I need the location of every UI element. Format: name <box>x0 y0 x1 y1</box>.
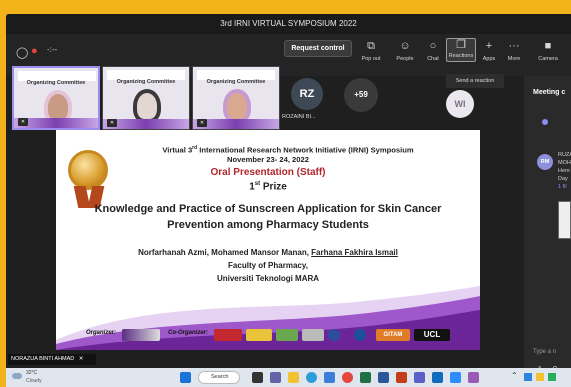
chrome-icon[interactable] <box>342 372 353 383</box>
participant-video <box>133 89 161 123</box>
paper-title-2: Prevention among Pharmacy Students <box>167 219 369 231</box>
presenter-name-label: NORAZUA BINTI AHMAD ✕ <box>8 354 96 365</box>
tray-icons[interactable] <box>524 373 564 381</box>
teams-window: 3rd IRNI VIRTUAL SYMPOSIUM 2022 ◯ ● -:--… <box>6 14 571 387</box>
organizer-label: Organizer: <box>86 330 117 336</box>
participant-video <box>223 89 251 123</box>
more-participants[interactable]: +59 <box>344 78 378 112</box>
window-title: 3rd IRNI VIRTUAL SYMPOSIUM 2022 <box>6 14 571 34</box>
powerpoint-icon[interactable] <box>396 372 407 383</box>
store-icon[interactable] <box>324 372 335 383</box>
word-icon[interactable] <box>378 372 389 383</box>
chat-title: Meeting c <box>533 89 566 96</box>
partner-logo <box>246 329 272 341</box>
request-control-button[interactable]: Request control <box>284 40 352 57</box>
camera-icon: ■ <box>544 40 552 52</box>
authors-line: Norfarhanah Azmi, Mohamed Mansor Manan, … <box>138 248 398 257</box>
chat-button[interactable]: ○ Chat <box>418 40 448 62</box>
zoom-icon[interactable] <box>450 372 461 383</box>
video-tile-1[interactable]: Organizing Committee ✕ <box>12 66 100 130</box>
windows-taskbar: 32°C Cloudy Search ⌃ <box>6 368 571 387</box>
category-line: Oral Presentation (Staff) <box>210 167 326 178</box>
gitam-logo: GITAM <box>376 329 410 341</box>
chat-avatar: RM <box>537 154 553 170</box>
shared-slide: Virtual 3rd International Research Netwo… <box>56 130 480 350</box>
chat-event-icon <box>542 119 548 125</box>
partner-logo <box>354 329 366 341</box>
prize-line: 1st Prize <box>249 181 287 193</box>
meeting-chat-panel: Meeting c RM RUZA MOH Here Day 1 fil Typ… <box>524 76 571 387</box>
excel-icon[interactable] <box>360 372 371 383</box>
organizer-logo <box>122 329 160 341</box>
partner-logo <box>276 329 298 341</box>
people-button[interactable]: ☺ People <box>390 40 420 62</box>
thumb-caption: Organizing Committee <box>26 80 86 86</box>
chat-file-preview[interactable] <box>558 201 571 239</box>
participant-avatar-wi[interactable]: WI <box>446 90 474 118</box>
tray-chevron-icon[interactable]: ⌃ <box>511 371 518 380</box>
date-line: November 23- 24, 2022 <box>227 155 309 164</box>
thumb-caption: Organizing Committee <box>206 79 266 85</box>
pop-out-button[interactable]: ⧉ Pop out <box>356 40 386 62</box>
thumb-caption: Organizing Committee <box>116 79 176 85</box>
more-button[interactable]: ··· More <box>499 40 529 62</box>
teams-icon[interactable] <box>414 372 425 383</box>
more-icon: ··· <box>508 40 520 52</box>
reactions-icon: ❐ <box>456 39 466 51</box>
weather-temp: 32°C <box>26 370 38 376</box>
timer-icon: -:-- <box>47 45 58 54</box>
pop-out-icon: ⧉ <box>367 40 375 52</box>
mic-muted-icon: ✕ <box>78 356 84 362</box>
chat-message[interactable]: RUZA MOH Here Day 1 fil <box>558 151 571 191</box>
windows-start-icon[interactable] <box>180 372 191 383</box>
video-tile-2[interactable]: Organizing Committee ✕ <box>102 66 190 130</box>
weather-icon[interactable] <box>12 373 22 379</box>
mic-muted-icon: ✕ <box>197 119 207 127</box>
taskbar-search[interactable]: Search <box>198 371 240 384</box>
edge-icon[interactable] <box>306 372 317 383</box>
chat-icon: ○ <box>429 40 437 52</box>
partner-logo <box>302 329 324 341</box>
paper-title-1: Knowledge and Practice of Sunscreen Appl… <box>94 203 442 215</box>
mic-muted-icon: ✕ <box>107 119 117 127</box>
participant-name: ROZAINI BI... <box>282 114 316 120</box>
weather-desc: Cloudy <box>26 378 42 384</box>
outlook-icon[interactable] <box>432 372 443 383</box>
reaction-tooltip: Send a reaction <box>446 74 504 88</box>
partner-logo <box>214 329 242 341</box>
coorganizer-label: Co-Organizer: <box>168 330 209 336</box>
ucl-logo: UCL <box>414 329 450 341</box>
teams-chat-icon[interactable] <box>270 372 281 383</box>
task-view-icon[interactable] <box>252 372 263 383</box>
shield-icon[interactable]: ◯ <box>16 46 28 59</box>
people-icon: ☺ <box>399 40 411 52</box>
camera-button[interactable]: ■ Camera <box>533 40 563 62</box>
file-explorer-icon[interactable] <box>288 372 299 383</box>
faculty-line: Faculty of Pharmacy, <box>228 261 308 270</box>
record-icon: ● <box>31 45 38 57</box>
partner-logo <box>328 329 340 341</box>
mic-muted-icon: ✕ <box>18 118 28 126</box>
symposium-line: Virtual 3rd International Research Netwo… <box>162 145 414 155</box>
chat-compose-input[interactable]: Type a n <box>533 344 571 360</box>
participant-avatar-rz[interactable]: RZ <box>291 78 323 110</box>
reactions-button[interactable]: ❐ Reactions <box>446 38 476 62</box>
sponsor-logos: Organizer: Co-Organizer: GITAM UCL <box>60 326 476 344</box>
video-tile-3[interactable]: Organizing Committee ✕ <box>192 66 280 130</box>
app-icon[interactable] <box>468 372 479 383</box>
